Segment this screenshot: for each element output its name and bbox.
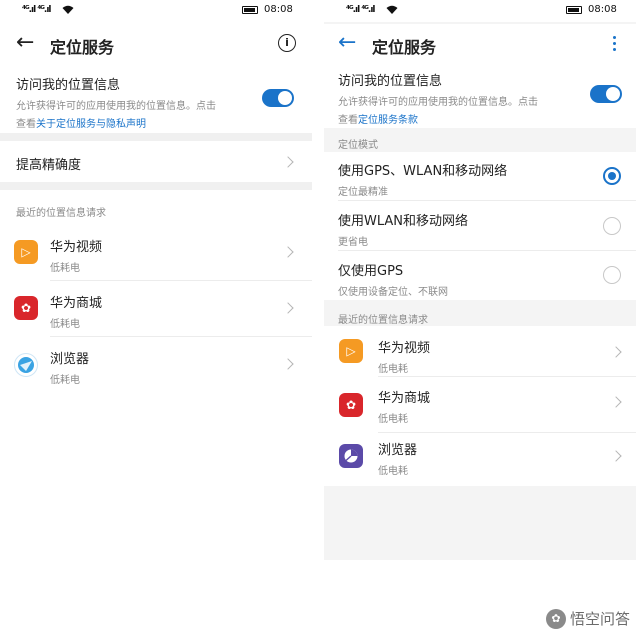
section-separator bbox=[0, 133, 312, 141]
signal-icon: ⁴ᴳ.ıl ⁴ᴳ.ıl bbox=[22, 5, 51, 15]
huawei-video-icon: ▷ bbox=[339, 339, 363, 363]
browser-icon bbox=[14, 353, 38, 377]
status-bar: ⁴ᴳ.ıl ⁴ᴳ.ıl 08:08 bbox=[0, 0, 312, 22]
location-access-label: 访问我的位置信息 bbox=[16, 78, 121, 93]
list-item[interactable]: 华为商城 低电耗 bbox=[378, 387, 430, 425]
chevron-right-icon bbox=[282, 358, 294, 370]
location-access-row[interactable]: 访问我的位置信息 允许获得许可的应用使用我的位置信息。点击 查看定位服务条款 bbox=[338, 70, 578, 126]
app-name: 华为视频 bbox=[50, 240, 103, 255]
list-item[interactable]: 华为视频 低耗电 bbox=[50, 236, 102, 274]
app-usage: 低耗电 bbox=[50, 319, 80, 330]
recent-requests-header: 最近的位置信息请求 bbox=[16, 208, 106, 219]
app-name: 浏览器 bbox=[50, 352, 90, 367]
divider bbox=[50, 336, 312, 337]
page-title: 定位服务 bbox=[50, 38, 115, 57]
location-access-desc-prefix: 查看 bbox=[338, 115, 358, 126]
app-usage: 低耗电 bbox=[50, 263, 80, 274]
huawei-mall-icon: ✿ bbox=[339, 393, 363, 417]
location-access-toggle[interactable] bbox=[262, 89, 294, 107]
app-usage: 低电耗 bbox=[378, 364, 408, 375]
app-bar: ← 定位服务 i bbox=[0, 24, 312, 64]
app-usage: 低电耗 bbox=[378, 414, 408, 425]
location-mode-header: 定位模式 bbox=[338, 140, 378, 151]
watermark: ✿ 悟空问答 bbox=[545, 608, 630, 629]
toggle-knob bbox=[606, 87, 620, 101]
chevron-right-icon bbox=[282, 302, 294, 314]
privacy-statement-link[interactable]: 关于定位服务与隐私声明 bbox=[36, 119, 146, 130]
app-usage: 低电耗 bbox=[378, 466, 408, 477]
recent-requests-header: 最近的位置信息请求 bbox=[338, 315, 428, 326]
mode-desc: 仅使用设备定位、不联网 bbox=[338, 287, 448, 298]
mode-desc: 定位最精准 bbox=[338, 187, 388, 198]
status-time: 08:08 bbox=[588, 4, 617, 15]
list-item[interactable]: 浏览器 低耗电 bbox=[50, 348, 89, 386]
location-access-desc: 允许获得许可的应用使用我的位置信息。点击 bbox=[16, 101, 216, 112]
page-title: 定位服务 bbox=[372, 38, 437, 57]
app-name: 华为商城 bbox=[378, 391, 431, 406]
back-arrow-icon[interactable]: ← bbox=[338, 32, 356, 54]
location-terms-link[interactable]: 定位服务条款 bbox=[358, 115, 418, 126]
mode-option-gps-wlan-mobile[interactable]: 使用GPS、WLAN和移动网络 定位最精准 bbox=[338, 160, 507, 198]
recent-requests-card bbox=[324, 326, 636, 486]
signal-icon: ⁴ᴳ.ıl ⁴ᴳ.ıl bbox=[346, 5, 375, 15]
wifi-icon bbox=[62, 5, 74, 18]
divider bbox=[378, 432, 636, 433]
app-name: 浏览器 bbox=[378, 443, 418, 458]
mode-option-wlan-mobile[interactable]: 使用WLAN和移动网络 更省电 bbox=[338, 210, 468, 248]
mode-desc: 更省电 bbox=[338, 237, 368, 248]
mode-option-gps-only[interactable]: 仅使用GPS 仅使用设备定位、不联网 bbox=[338, 260, 448, 298]
radio-unselected[interactable] bbox=[603, 217, 621, 235]
mode-label: 使用GPS、WLAN和移动网络 bbox=[338, 164, 508, 179]
back-arrow-icon[interactable]: ← bbox=[16, 32, 34, 54]
right-phone-screen: ⁴ᴳ.ıl ⁴ᴳ.ıl 08:08 ← 定位服务 访问我的位置信息 允许获得许可… bbox=[324, 0, 636, 560]
mode-label: 仅使用GPS bbox=[338, 264, 404, 279]
app-name: 华为视频 bbox=[378, 341, 431, 356]
watermark-logo-icon: ✿ bbox=[545, 608, 566, 629]
list-item[interactable]: 华为商城 低耗电 bbox=[50, 292, 102, 330]
wifi-icon bbox=[386, 5, 398, 18]
location-access-toggle[interactable] bbox=[590, 85, 622, 103]
status-time: 08:08 bbox=[264, 4, 293, 15]
battery-icon bbox=[242, 6, 258, 14]
location-access-label: 访问我的位置信息 bbox=[338, 74, 443, 89]
list-item[interactable]: 华为视频 低电耗 bbox=[378, 337, 430, 375]
chevron-right-icon bbox=[282, 246, 294, 258]
battery-icon bbox=[566, 6, 582, 14]
improve-accuracy-label[interactable]: 提高精确度 bbox=[16, 154, 81, 173]
location-access-desc-prefix: 查看 bbox=[16, 119, 36, 130]
app-bar: ← 定位服务 bbox=[324, 24, 636, 62]
screenshot-comparison: ⁴ᴳ.ıl ⁴ᴳ.ıl 08:08 ← 定位服务 i 访问我的位置信息 允许获得… bbox=[0, 0, 640, 639]
watermark-text: 悟空问答 bbox=[569, 610, 630, 628]
chevron-right-icon bbox=[282, 156, 294, 168]
toggle-knob bbox=[278, 91, 292, 105]
radio-unselected[interactable] bbox=[603, 266, 621, 284]
left-phone-screen: ⁴ᴳ.ıl ⁴ᴳ.ıl 08:08 ← 定位服务 i 访问我的位置信息 允许获得… bbox=[0, 0, 312, 560]
divider bbox=[50, 280, 312, 281]
divider bbox=[378, 376, 636, 377]
location-access-desc: 允许获得许可的应用使用我的位置信息。点击 bbox=[338, 97, 538, 108]
huawei-mall-icon: ✿ bbox=[14, 296, 38, 320]
status-bar: ⁴ᴳ.ıl ⁴ᴳ.ıl 08:08 bbox=[324, 0, 636, 22]
app-name: 华为商城 bbox=[50, 296, 103, 311]
radio-selected[interactable] bbox=[603, 167, 621, 185]
huawei-video-icon: ▷ bbox=[14, 240, 38, 264]
browser-icon bbox=[339, 444, 363, 468]
divider bbox=[338, 250, 636, 251]
divider bbox=[338, 200, 636, 201]
mode-label: 使用WLAN和移动网络 bbox=[338, 214, 469, 229]
app-usage: 低耗电 bbox=[50, 375, 80, 386]
location-access-row[interactable]: 访问我的位置信息 允许获得许可的应用使用我的位置信息。点击 查看关于定位服务与隐… bbox=[16, 74, 256, 130]
list-item[interactable]: 浏览器 低电耗 bbox=[378, 439, 417, 477]
section-separator bbox=[0, 182, 312, 190]
info-icon[interactable]: i bbox=[278, 34, 296, 52]
more-options-icon[interactable] bbox=[613, 36, 617, 54]
